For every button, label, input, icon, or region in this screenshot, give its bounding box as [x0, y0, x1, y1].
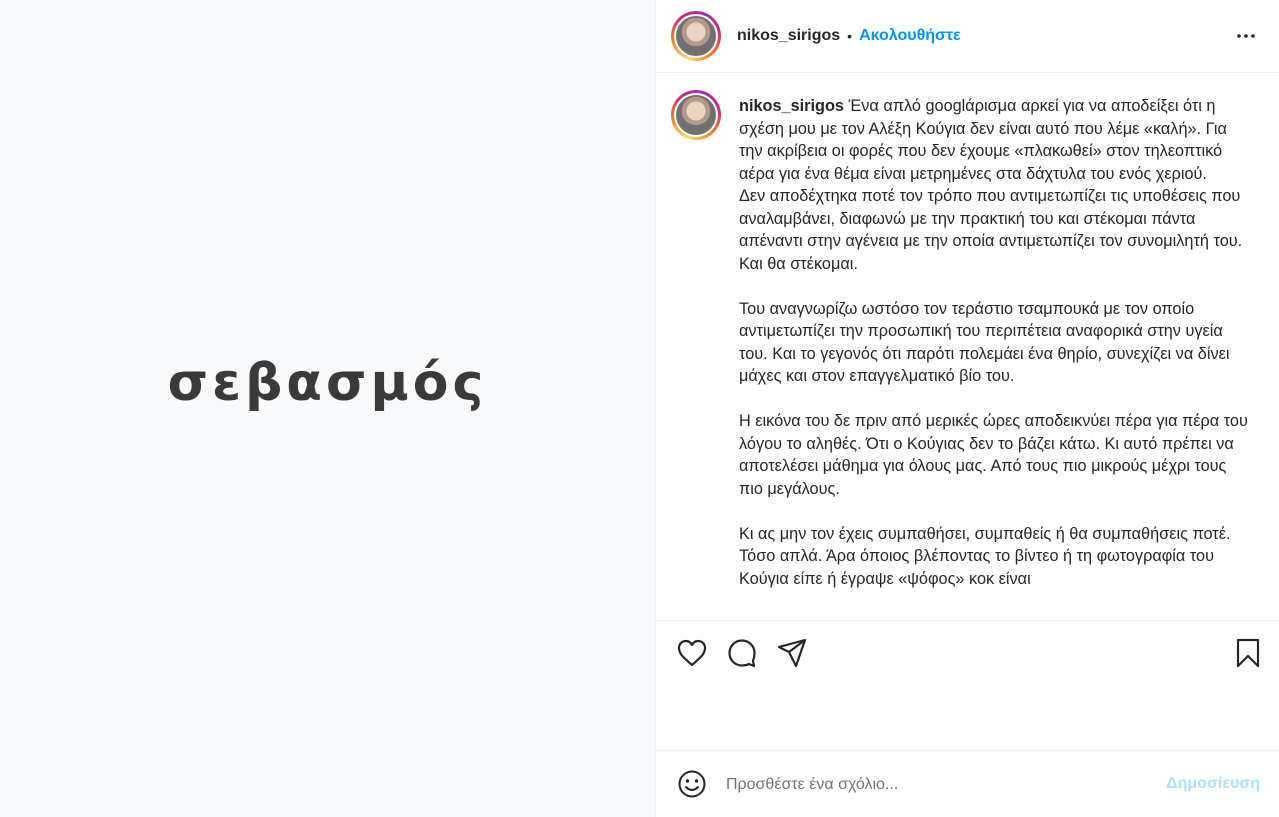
post-side-panel: nikos_sirigos • Ακολουθήστε nikos_sirigo…	[655, 0, 1279, 817]
caption-body: Ένα απλό googlάρισμα αρκεί για να αποδεί…	[739, 97, 1248, 588]
post-actions	[656, 620, 1279, 751]
heart-icon[interactable]	[676, 637, 708, 669]
post-header: nikos_sirigos • Ακολουθήστε	[656, 0, 1279, 73]
caption: nikos_sirigos Ένα απλό googlάρισμα αρκεί…	[739, 95, 1249, 590]
caption-username[interactable]: nikos_sirigos	[739, 97, 844, 115]
author-avatar[interactable]	[671, 11, 721, 61]
follow-button[interactable]: Ακολουθήστε	[859, 27, 961, 45]
caption-avatar[interactable]	[671, 90, 721, 140]
comment-bar: Δημοσίευση	[656, 752, 1279, 817]
post-comment-button[interactable]: Δημοσίευση	[1166, 775, 1260, 793]
post-media: σεβασμός	[0, 0, 655, 817]
bookmark-icon[interactable]	[1232, 637, 1264, 669]
comment-icon[interactable]	[726, 637, 758, 669]
author-username[interactable]: nikos_sirigos	[737, 27, 840, 45]
more-options-icon[interactable]	[1234, 24, 1258, 48]
comment-input[interactable]	[726, 772, 1126, 798]
caption-area: nikos_sirigos Ένα απλό googlάρισμα αρκεί…	[656, 74, 1279, 619]
media-text: σεβασμός	[167, 353, 488, 413]
avatar-image	[676, 16, 716, 56]
header-separator: •	[847, 28, 853, 44]
avatar-image	[676, 95, 716, 135]
smiley-icon[interactable]	[676, 768, 708, 800]
paper-plane-icon[interactable]	[776, 637, 808, 669]
